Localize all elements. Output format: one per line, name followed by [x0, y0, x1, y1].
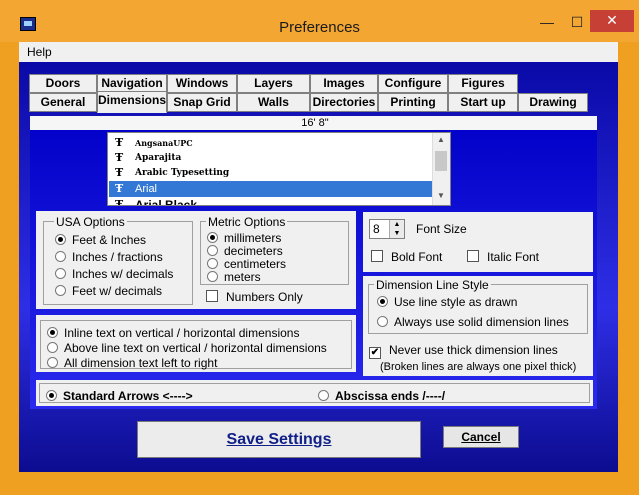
metric-option-millimeters[interactable]: millimeters — [207, 231, 281, 245]
list-item[interactable]: Ŧ Arabic Typesetting — [109, 165, 435, 181]
never-thick-lines-checkbox[interactable]: ✔ Never use thick dimension lines — [369, 343, 558, 359]
minimize-button[interactable]: — — [532, 12, 562, 32]
tab-printing[interactable]: Printing — [378, 93, 448, 112]
list-item[interactable]: Ŧ Aparajita — [109, 150, 435, 166]
truetype-icon: Ŧ — [115, 182, 124, 195]
tab-start-up[interactable]: Start up — [448, 93, 518, 112]
tab-general[interactable]: General — [29, 93, 97, 112]
truetype-icon: Ŧ — [115, 136, 124, 149]
radio-icon[interactable] — [207, 271, 218, 282]
font-name: Arabic Typesetting — [135, 168, 230, 178]
radio-icon[interactable] — [47, 342, 58, 353]
menu-help[interactable]: Help — [27, 45, 52, 59]
tab-directories[interactable]: Directories — [310, 93, 378, 112]
truetype-icon: Ŧ — [115, 151, 124, 164]
tab-drawing[interactable]: Drawing — [518, 93, 588, 112]
tab-windows[interactable]: Windows — [167, 74, 237, 93]
spin-up-icon[interactable]: ▲ — [389, 220, 404, 229]
radio-selected-icon[interactable] — [55, 234, 66, 245]
tab-configure[interactable]: Configure — [378, 74, 448, 93]
abscissa-ends-option[interactable]: Abscissa ends /----/ — [318, 389, 445, 403]
scroll-thumb[interactable] — [435, 151, 447, 171]
metric-option-meters[interactable]: meters — [207, 270, 261, 284]
font-name: Aparajita — [135, 153, 182, 163]
tab-walls[interactable]: Walls — [237, 93, 310, 112]
italic-font-checkbox[interactable]: Italic Font — [467, 250, 539, 264]
radio-selected-icon[interactable] — [47, 327, 58, 338]
maximize-button[interactable]: ☐ — [562, 12, 592, 32]
metric-option-decimeters[interactable]: decimeters — [207, 244, 283, 258]
check-icon[interactable]: ✔ — [369, 347, 381, 359]
radio-selected-icon[interactable] — [207, 232, 218, 243]
checkbox-icon[interactable] — [467, 250, 479, 262]
line-style-always-solid[interactable]: Always use solid dimension lines — [377, 315, 569, 329]
radio-selected-icon[interactable] — [46, 390, 57, 401]
radio-icon[interactable] — [55, 285, 66, 296]
text-left-to-right[interactable]: All dimension text left to right — [47, 356, 217, 370]
radio-icon[interactable] — [377, 316, 388, 327]
radio-icon[interactable] — [55, 251, 66, 262]
tab-images[interactable]: Images — [310, 74, 378, 93]
dimension-line-style-title: Dimension Line Style — [374, 278, 491, 292]
metric-options-title: Metric Options — [206, 215, 288, 229]
radio-icon[interactable] — [47, 357, 58, 368]
radio-icon[interactable] — [318, 390, 329, 401]
cancel-button[interactable]: Cancel — [443, 426, 519, 448]
usa-option-inches-decimals[interactable]: Inches w/ decimals — [55, 267, 173, 281]
standard-arrows-option[interactable]: Standard Arrows <----> — [46, 389, 193, 403]
checkbox-icon[interactable] — [371, 250, 383, 262]
text-inline[interactable]: Inline text on vertical / horizontal dim… — [47, 326, 299, 340]
font-name: AngsanaUPC — [135, 138, 193, 148]
font-name: Arial — [135, 183, 158, 195]
truetype-icon: Ŧ — [115, 166, 124, 179]
scroll-up-icon[interactable]: ▲ — [437, 135, 445, 144]
usa-option-feet-inches[interactable]: Feet & Inches — [55, 233, 146, 247]
bottom-border — [19, 472, 618, 474]
list-item-selected[interactable]: Ŧ Arial — [109, 181, 435, 197]
text-above-line[interactable]: Above line text on vertical / horizontal… — [47, 341, 327, 355]
radio-icon[interactable] — [55, 268, 66, 279]
title-bar[interactable]: Preferences — ☐ ✕ — [0, 0, 639, 42]
radio-icon[interactable] — [207, 258, 218, 269]
radio-selected-icon[interactable] — [377, 296, 388, 307]
tab-dimensions[interactable]: Dimensions — [97, 91, 167, 113]
save-settings-button[interactable]: Save Settings — [137, 421, 421, 458]
usa-option-feet-decimals[interactable]: Feet w/ decimals — [55, 284, 162, 298]
tab-layers[interactable]: Layers — [237, 74, 310, 93]
usa-options-title: USA Options — [54, 215, 127, 229]
font-list[interactable]: Ŧ AngsanaUPC Ŧ Aparajita Ŧ Arabic Typese… — [107, 132, 451, 206]
close-button[interactable]: ✕ — [590, 10, 634, 32]
preferences-window: Preferences — ☐ ✕ Help Doors Navigation … — [0, 0, 639, 495]
checkbox-icon[interactable] — [206, 290, 218, 302]
font-list-scrollbar[interactable]: ▲ ▼ — [432, 133, 450, 205]
numbers-only-checkbox[interactable]: Numbers Only — [206, 290, 303, 304]
spin-down-icon[interactable]: ▼ — [389, 229, 404, 238]
list-item[interactable]: Ŧ Arial Black — [109, 197, 435, 206]
tab-doors[interactable]: Doors — [29, 74, 97, 93]
font-name: Arial Black — [135, 198, 198, 206]
font-size-label: Font Size — [416, 222, 467, 236]
metric-option-centimeters[interactable]: centimeters — [207, 257, 286, 271]
menu-bar: Help — [19, 42, 618, 62]
broken-lines-note: (Broken lines are always one pixel thick… — [380, 361, 577, 373]
usa-option-inches-fractions[interactable]: Inches / fractions — [55, 250, 163, 264]
bold-font-checkbox[interactable]: Bold Font — [371, 250, 442, 264]
scroll-down-icon[interactable]: ▼ — [437, 191, 445, 200]
truetype-icon: Ŧ — [115, 198, 124, 206]
list-item[interactable]: Ŧ AngsanaUPC — [109, 135, 435, 151]
radio-icon[interactable] — [207, 245, 218, 256]
tab-figures[interactable]: Figures — [448, 74, 518, 93]
tab-snap-grid[interactable]: Snap Grid — [167, 93, 237, 112]
line-style-as-drawn[interactable]: Use line style as drawn — [377, 295, 517, 309]
length-label: 16' 8" — [301, 117, 329, 129]
